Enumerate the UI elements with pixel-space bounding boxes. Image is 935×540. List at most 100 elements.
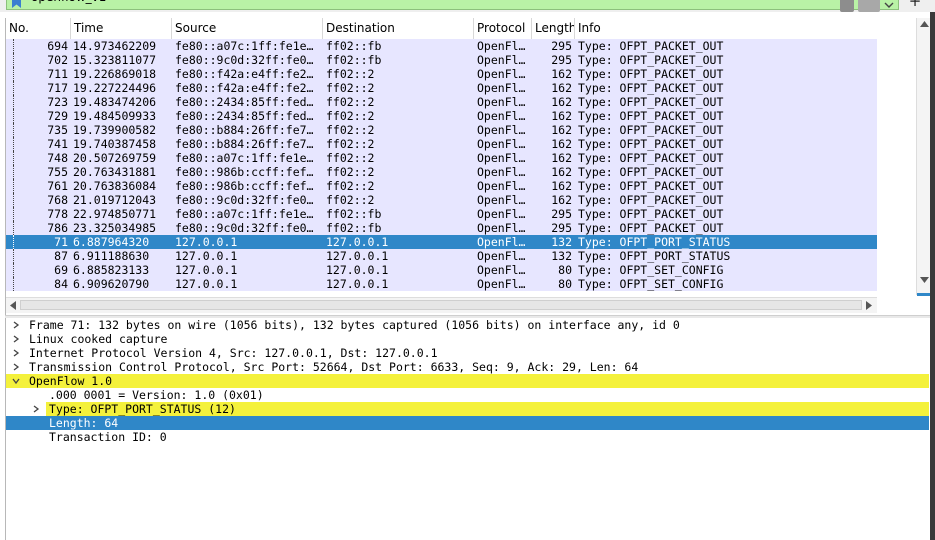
packet-destination: ff02::fb — [326, 53, 382, 67]
packet-row[interactable]: 778 22.974850771 fe80::a07c:1ff:fe1e… ff02:… — [6, 207, 877, 221]
packet-row[interactable]: 702 15.323811077 fe80::9c0d:32ff:fe0… ff02:… — [6, 53, 877, 67]
packet-time: 6.909620790 — [73, 277, 150, 291]
packet-time: 19.483474206 — [73, 95, 157, 109]
column-header-length[interactable]: Length — [532, 18, 575, 39]
packet-row[interactable]: 84 6.909620790 127.0.0.1 127.0.0.1 OpenFl… 80… — [6, 277, 877, 291]
apply-filter-arrow-icon[interactable] — [858, 0, 880, 12]
packet-protocol: OpenFl… — [477, 151, 526, 165]
detail-tree-text: Length: 64 — [49, 416, 119, 430]
packet-row[interactable]: 748 20.507269759 fe80::a07c:1ff:fe1e… ff02:… — [6, 151, 877, 165]
detail-tree-item[interactable]: .000 0001 = Version: 1.0 (0x01) — [6, 388, 929, 402]
packet-no: 702 — [47, 53, 68, 67]
display-filter-box[interactable] — [6, 0, 899, 10]
packet-length: 295 — [551, 39, 572, 53]
horizontal-scrollbar[interactable] — [6, 297, 877, 313]
scroll-up-arrow-icon[interactable] — [920, 20, 929, 28]
packet-list-empty-area — [877, 39, 916, 295]
packet-source: fe80::2434:85ff:fed… — [175, 109, 314, 123]
packet-time: 6.887964320 — [73, 235, 150, 249]
clear-filter-icon[interactable] — [840, 0, 854, 12]
packet-details-pane: Frame 71: 132 bytes on wire (1056 bits),… — [5, 318, 931, 540]
column-header-no[interactable]: No. — [6, 18, 71, 39]
packet-destination: 127.0.0.1 — [326, 263, 389, 277]
packet-info: Type: OFPT_PACKET_OUT — [578, 53, 724, 67]
packet-row[interactable]: 723 19.483474206 fe80::2434:85ff:fed… ff02:… — [6, 95, 877, 109]
packet-no: 768 — [47, 193, 68, 207]
packet-row[interactable]: 717 19.227224496 fe80::f42a:e4ff:fe2… ff02:… — [6, 81, 877, 95]
column-header-source[interactable]: Source — [172, 18, 323, 39]
packet-source: fe80::a07c:1ff:fe1e… — [175, 39, 314, 53]
column-header-destination[interactable]: Destination — [323, 18, 474, 39]
detail-tree-item[interactable]: Length: 64 — [6, 416, 929, 430]
chevron-down-icon[interactable] — [884, 0, 894, 10]
packet-time: 20.763836084 — [73, 179, 157, 193]
packet-source: 127.0.0.1 — [175, 249, 238, 263]
horizontal-scroll-thumb[interactable] — [20, 300, 862, 310]
expand-arrow-down-icon[interactable] — [12, 377, 20, 385]
detail-tree-item[interactable]: Type: OFPT_PORT_STATUS (12) — [33, 402, 929, 416]
packet-row[interactable]: 735 19.739900582 fe80::b884:26ff:fe7… ff02:… — [6, 123, 877, 137]
packet-length: 80 — [558, 277, 572, 291]
packet-row[interactable]: 694 14.973462209 fe80::a07c:1ff:fe1e… ff02:… — [6, 39, 877, 53]
packet-length: 162 — [551, 95, 572, 109]
packet-length: 162 — [551, 165, 572, 179]
packet-source: fe80::9c0d:32ff:fe0… — [175, 193, 314, 207]
column-header-info[interactable]: Info — [575, 18, 877, 39]
packet-protocol: OpenFl… — [477, 263, 526, 277]
packet-source: fe80::f42a:e4ff:fe2… — [175, 67, 314, 81]
expand-arrow-right-icon[interactable] — [32, 405, 40, 413]
packet-source: fe80::9c0d:32ff:fe0… — [175, 53, 314, 67]
packet-source: fe80::2434:85ff:fed… — [175, 95, 314, 109]
packet-destination: 127.0.0.1 — [326, 249, 389, 263]
bookmark-icon[interactable] — [12, 0, 21, 8]
packet-source: fe80::b884:26ff:fe7… — [175, 123, 314, 137]
detail-tree-text: .000 0001 = Version: 1.0 (0x01) — [49, 388, 264, 402]
packet-row[interactable]: 768 21.019712043 fe80::9c0d:32ff:fe0… ff02:… — [6, 193, 877, 207]
expand-arrow-right-icon[interactable] — [12, 363, 20, 371]
detail-tree-item[interactable]: Internet Protocol Version 4, Src: 127.0.… — [6, 346, 929, 360]
display-filter-toolbar: + — [0, 0, 935, 12]
detail-tree-item[interactable]: Transaction ID: 0 — [6, 430, 929, 444]
scroll-left-arrow-icon[interactable] — [9, 301, 17, 310]
display-filter-input[interactable] — [31, 0, 731, 5]
packet-info: Type: OFPT_PACKET_OUT — [578, 95, 724, 109]
packet-row[interactable]: 711 19.226869018 fe80::f42a:e4ff:fe2… ff02:… — [6, 67, 877, 81]
packet-time: 6.885823133 — [73, 263, 150, 277]
packet-length: 162 — [551, 67, 572, 81]
packet-row[interactable]: 786 23.325034985 fe80::9c0d:32ff:fe0… ff02:… — [6, 221, 877, 235]
add-filter-button[interactable]: + — [908, 0, 922, 10]
packet-destination: ff02::fb — [326, 207, 382, 221]
packet-protocol: OpenFl… — [477, 221, 526, 235]
detail-tree-item[interactable]: Frame 71: 132 bytes on wire (1056 bits),… — [6, 318, 929, 332]
packet-row[interactable]: 69 6.885823133 127.0.0.1 127.0.0.1 OpenFl… 80… — [6, 263, 877, 277]
packet-destination: ff02::2 — [326, 109, 375, 123]
packet-destination: ff02::fb — [326, 221, 382, 235]
scroll-right-arrow-icon[interactable] — [865, 301, 873, 310]
packet-row[interactable]: 761 20.763836084 fe80::986b:ccff:fef… ff02:… — [6, 179, 877, 193]
expand-arrow-right-icon[interactable] — [12, 321, 20, 329]
packet-protocol: OpenFl… — [477, 81, 526, 95]
column-header-protocol[interactable]: Protocol — [474, 18, 532, 39]
expand-arrow-right-icon[interactable] — [12, 349, 20, 357]
packet-row[interactable]: 71 6.887964320 127.0.0.1 127.0.0.1 OpenFl… 13… — [6, 235, 877, 249]
packet-row[interactable]: 741 19.740387458 fe80::b884:26ff:fe7… ff02:… — [6, 137, 877, 151]
packet-length: 162 — [551, 151, 572, 165]
detail-tree-item[interactable]: Transmission Control Protocol, Src Port:… — [6, 360, 929, 374]
scroll-down-arrow-icon[interactable] — [920, 276, 929, 284]
column-header-time[interactable]: Time — [71, 18, 172, 39]
packet-no: 761 — [47, 179, 68, 193]
packet-no: 71 — [54, 235, 68, 249]
detail-tree-text: Frame 71: 132 bytes on wire (1056 bits),… — [29, 318, 680, 332]
packet-row[interactable]: 755 20.763431881 fe80::986b:ccff:fef… ff02:… — [6, 165, 877, 179]
packet-row[interactable]: 87 6.911188630 127.0.0.1 127.0.0.1 OpenFl… 13… — [6, 249, 877, 263]
packet-info: Type: OFPT_PORT_STATUS — [578, 235, 731, 249]
detail-tree-item[interactable]: OpenFlow 1.0 — [6, 374, 929, 388]
packet-protocol: OpenFl… — [477, 235, 526, 249]
packet-row[interactable]: 729 19.484509933 fe80::2434:85ff:fed… ff02:… — [6, 109, 877, 123]
packet-no: 786 — [47, 221, 68, 235]
packet-no: 778 — [47, 207, 68, 221]
packet-time: 19.226869018 — [73, 67, 157, 81]
expand-arrow-right-icon[interactable] — [12, 335, 20, 343]
packet-time: 19.227224496 — [73, 81, 157, 95]
detail-tree-item[interactable]: Linux cooked capture — [6, 332, 929, 346]
